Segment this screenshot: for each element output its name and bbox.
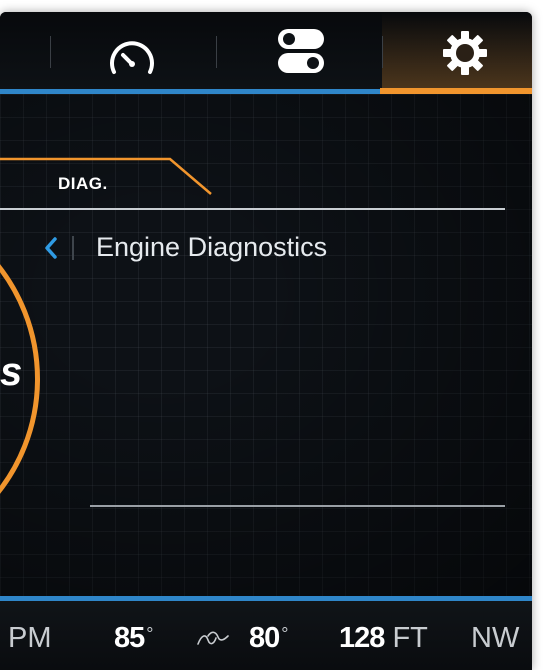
degree-symbol: ° (281, 624, 289, 644)
speedometer-icon[interactable] (104, 34, 160, 80)
depth-readout: 128 FT (339, 621, 428, 655)
air-temperature: 85 ° (114, 621, 153, 655)
top-nav-bar (0, 12, 532, 94)
tab-separator (50, 36, 51, 68)
gauge-label-fragment: s (0, 350, 23, 394)
header-divider (0, 208, 505, 210)
chevron-left-icon[interactable] (40, 233, 62, 263)
water-temperature-value: 80 (249, 622, 280, 654)
clock-suffix: PM (8, 622, 52, 654)
diag-tab[interactable]: DIAG. (58, 174, 108, 194)
toggle-switches-icon[interactable] (276, 27, 326, 75)
water-temperature: 80 ° (249, 621, 288, 655)
depth-unit: FT (392, 622, 428, 654)
heading-readout: NW (471, 622, 520, 654)
tab-separator (216, 36, 217, 68)
status-bar: PM 85 ° 80 ° 128 FT NW (0, 601, 532, 670)
title-separator (72, 236, 74, 260)
air-temperature-value: 85 (114, 622, 145, 654)
display-frame: s DIAG. Engine Diagnostics PM 85 ° 80 ° 12… (0, 12, 532, 670)
diagnostics-panel: s DIAG. Engine Diagnostics (0, 94, 532, 596)
gear-icon[interactable] (440, 28, 490, 78)
depth-value: 128 (339, 622, 385, 654)
degree-symbol: ° (146, 624, 154, 644)
tab-separator (382, 36, 383, 68)
content-divider (90, 505, 505, 507)
wind-icon (197, 631, 229, 645)
page-title: Engine Diagnostics (96, 232, 328, 262)
